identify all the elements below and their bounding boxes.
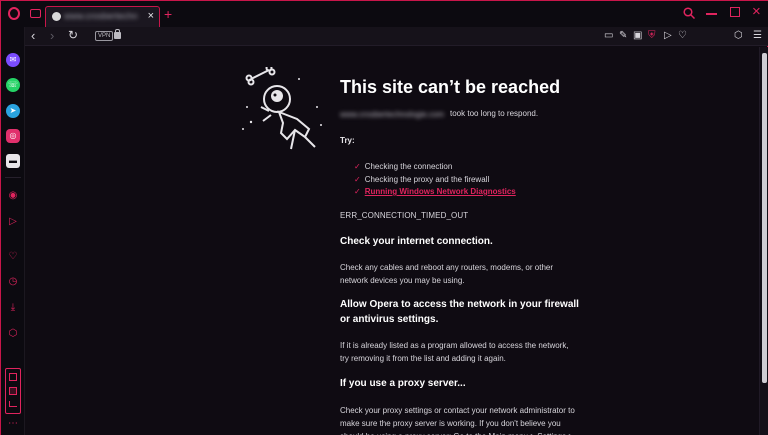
- scrollbar-thumb[interactable]: [762, 53, 767, 383]
- globe-icon: [52, 12, 61, 21]
- history-icon[interactable]: ◷: [6, 275, 20, 289]
- section-body: Check your proxy settings or contact you…: [340, 406, 575, 435]
- try-label: Try:: [340, 136, 355, 145]
- messenger-icon[interactable]: ✉: [6, 53, 20, 67]
- close-icon[interactable]: ×: [752, 4, 761, 19]
- panel-icon: [9, 401, 17, 407]
- section-heading: Allow Opera to access the network in you…: [340, 299, 579, 325]
- check-icon: ✓: [354, 187, 361, 196]
- cube-icon[interactable]: ⬡: [6, 327, 20, 341]
- reload-icon[interactable]: ↻: [68, 29, 78, 42]
- telegram-icon[interactable]: ➤: [6, 104, 20, 118]
- section-heading: Check your internet connection.: [340, 236, 493, 247]
- sidebar-panel-toggle[interactable]: [5, 368, 21, 414]
- cube-icon[interactable]: ⬡: [734, 30, 743, 42]
- more-icon[interactable]: ⋯: [6, 417, 20, 431]
- scrollbar[interactable]: [759, 47, 768, 435]
- section-body: If it is already listed as a program all…: [340, 341, 569, 363]
- dino-error-illustration: [242, 67, 322, 150]
- maximize-icon[interactable]: [730, 7, 740, 17]
- opera-logo-icon[interactable]: [8, 7, 20, 20]
- tabs-icon: [9, 373, 17, 381]
- settings-icon[interactable]: ☰: [753, 30, 762, 42]
- whatsapp-icon[interactable]: ☏: [6, 78, 20, 92]
- back-icon[interactable]: ‹: [31, 29, 35, 42]
- send-icon[interactable]: ▷: [6, 215, 20, 229]
- new-tab-icon[interactable]: +: [164, 7, 172, 21]
- tab-close-icon[interactable]: ×: [148, 10, 154, 22]
- record-icon[interactable]: ◉: [6, 189, 20, 203]
- timeout-message: took too long to respond.: [450, 109, 539, 118]
- minimize-icon[interactable]: [706, 13, 717, 15]
- error-code: ERR_CONNECTION_TIMED_OUT: [340, 211, 469, 220]
- chat-icon[interactable]: ▬: [6, 154, 20, 168]
- tab-island-icon[interactable]: [30, 9, 41, 18]
- forward-icon[interactable]: ›: [50, 29, 54, 42]
- check-icon: ✓: [354, 162, 361, 171]
- sidebar: ✉ ☏ ➤ ◎ ▬ ◉ ▷ ♡ ◷ ⤓ ⬡ ⋯: [1, 27, 25, 435]
- play-icon[interactable]: ▷: [664, 30, 672, 42]
- active-tab[interactable]: www.crosbertechnologie.com ×: [45, 6, 160, 27]
- section-heading: If you use a proxy server...: [340, 378, 466, 389]
- page-title: This site can’t be reached: [340, 77, 561, 97]
- site-domain: www.crosbertechnologie.com: [340, 110, 445, 119]
- instagram-icon[interactable]: ◎: [6, 129, 20, 143]
- workspace-icon: [9, 387, 17, 395]
- heart-icon[interactable]: ♡: [678, 30, 687, 42]
- suggestion-item: ✓ Checking the connection: [354, 162, 453, 171]
- browser-window: www.crosbertechnologie.com × + × ✉ ☏ ➤ ◎…: [0, 0, 768, 435]
- suggestion-item: ✓ Checking the proxy and the firewall: [354, 175, 490, 184]
- camera-icon[interactable]: ▣: [633, 30, 642, 42]
- search-icon[interactable]: [683, 7, 695, 19]
- reader-icon[interactable]: ▭: [604, 30, 613, 42]
- lock-icon[interactable]: [114, 29, 121, 39]
- check-icon: ✓: [354, 175, 361, 184]
- section-body: Check any cables and reboot any routers,…: [340, 263, 553, 285]
- title-bar: www.crosbertechnologie.com × + ×: [1, 1, 768, 27]
- network-diagnostics-link[interactable]: ✓ Running Windows Network Diagnostics: [354, 187, 516, 196]
- error-page: This site can’t be reached www.crosberte…: [25, 47, 759, 435]
- sidebar-divider: [5, 177, 21, 178]
- shield-icon[interactable]: ⛨: [648, 30, 656, 42]
- download-icon[interactable]: ⤓: [6, 301, 20, 315]
- edit-icon[interactable]: ✎: [619, 30, 627, 42]
- address-bar: ‹ › ↻ VPN ▭ ✎ ▣ ⛨ ▷ ♡ ⬡ ☰: [25, 27, 768, 46]
- vpn-badge[interactable]: VPN: [95, 31, 114, 41]
- tab-title: www.crosbertechnologie.com: [64, 11, 138, 21]
- heart-icon[interactable]: ♡: [6, 250, 20, 264]
